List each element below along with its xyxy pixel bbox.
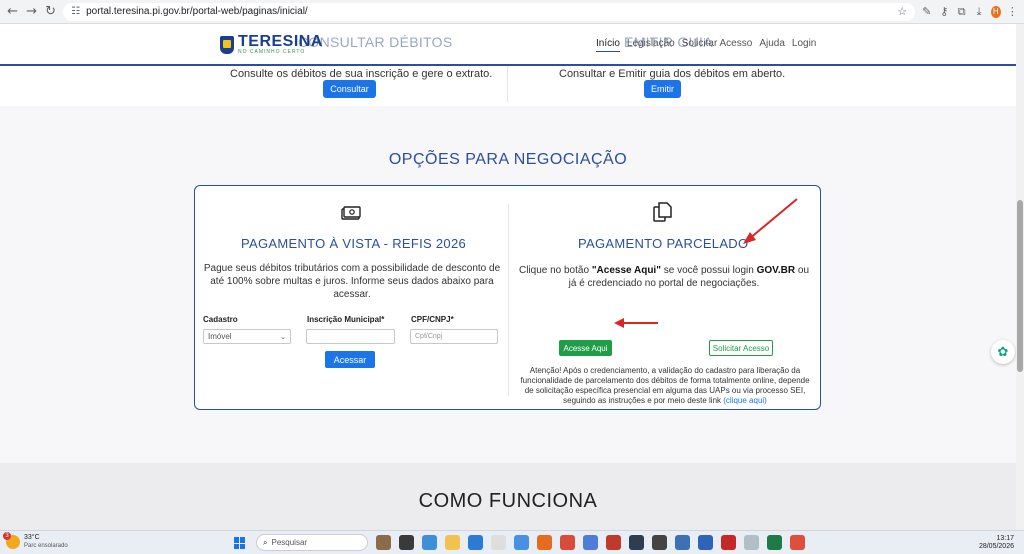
city-crest-icon: [220, 35, 234, 54]
password-key-icon[interactable]: ⚷: [939, 5, 950, 19]
parcelado-title: PAGAMENTO PARCELADO: [578, 236, 749, 251]
consultar-button[interactable]: Consultar: [323, 80, 376, 98]
widget-image-icon[interactable]: [376, 535, 391, 550]
menu-kebab-icon[interactable]: ⋮: [1007, 5, 1018, 19]
weather-sun-icon: 3: [3, 532, 20, 549]
site-header: CONSULTAR DÉBITOS EMITIR GUIA TERESINA N…: [0, 24, 1016, 66]
forward-icon[interactable]: →: [25, 4, 38, 20]
firefox-icon[interactable]: [537, 535, 552, 550]
app-icon-9[interactable]: [790, 535, 805, 550]
services-divider: [507, 66, 508, 102]
attention-note: Atenção! Após o credenciamento, a valida…: [520, 366, 810, 405]
app-icon-1[interactable]: [422, 535, 437, 550]
pdf-icon[interactable]: [721, 535, 736, 550]
file-explorer-icon[interactable]: [445, 535, 460, 550]
page-viewport: Consulte os débitos de sua inscrição e g…: [0, 24, 1024, 530]
profile-avatar[interactable]: H: [990, 5, 1001, 18]
vista-title: PAGAMENTO À VISTA - REFIS 2026: [241, 236, 467, 251]
app-icon-4[interactable]: [583, 535, 598, 550]
logo-tagline: NO CAMINHO CERTO: [238, 49, 306, 55]
weather-widget[interactable]: 3 33°C Parc ensolarado: [3, 532, 68, 550]
clock-date: 28/05/2026: [978, 543, 1014, 550]
top-navigation: Início Legislação Solicitar Acesso Ajuda…: [596, 38, 816, 52]
extension-icon[interactable]: ✎: [921, 5, 932, 19]
negotiation-section-title: OPÇÕES PARA NEGOCIAÇÃO: [388, 151, 628, 168]
terminal-icon[interactable]: [652, 535, 667, 550]
notepad-icon[interactable]: [491, 535, 506, 550]
services-strip: Consulte os débitos de sua inscrição e g…: [0, 66, 1016, 106]
teresina-logo[interactable]: TERESINA NO CAMINHO CERTO: [220, 34, 323, 55]
download-icon[interactable]: ⤓: [973, 5, 984, 19]
nav-legislacao[interactable]: Legislação: [627, 38, 675, 52]
chrome-icon-1[interactable]: [560, 535, 575, 550]
acesse-aqui-button[interactable]: Acesse Aqui: [559, 340, 612, 356]
windows-start-icon[interactable]: [234, 537, 246, 549]
acessar-button[interactable]: Acessar: [325, 351, 375, 368]
chrome-active-icon[interactable]: [744, 535, 759, 550]
address-bar[interactable]: ☷ portal.teresina.pi.gov.br/portal-web/p…: [63, 2, 916, 21]
app-icon-6[interactable]: [629, 535, 644, 550]
clock-time: 13:17: [996, 535, 1014, 542]
emitir-button[interactable]: Emitir: [644, 80, 681, 98]
negotiation-divider: [508, 204, 509, 396]
app-icon-7[interactable]: [675, 535, 690, 550]
reload-icon[interactable]: ↻: [44, 4, 57, 20]
windows-taskbar: 3 33°C Parc ensolarado ⌕ Pesquisar 13:17: [0, 530, 1024, 554]
nav-inicio[interactable]: Início: [596, 38, 620, 52]
como-funciona-title: COMO FUNCIONA: [418, 490, 598, 512]
logo-wordmark: TERESINA: [238, 33, 323, 50]
clique-aqui-link[interactable]: (clique aqui): [723, 396, 767, 405]
page-scrollbar[interactable]: [1016, 24, 1024, 530]
taskbar-clock[interactable]: 13:17 28/05/2026: [979, 535, 1014, 551]
cadastro-select[interactable]: Imóvel ⌄: [203, 329, 291, 344]
bookmark-star-icon[interactable]: ☆: [897, 5, 907, 18]
taskbar-search-placeholder: Pesquisar: [271, 538, 308, 547]
annotation-arrow-title: [743, 198, 798, 244]
browser-toolbar: ← → ↻ ☷ portal.teresina.pi.gov.br/portal…: [0, 0, 1024, 24]
taskbar-search[interactable]: ⌕ Pesquisar: [256, 534, 368, 551]
back-icon[interactable]: ←: [6, 4, 19, 20]
money-bill-icon: [341, 206, 361, 220]
weather-badge: 3: [3, 532, 11, 540]
app-icon-2[interactable]: [468, 535, 483, 550]
nav-ajuda[interactable]: Ajuda: [759, 38, 785, 52]
app-icon-3[interactable]: [514, 535, 529, 550]
documents-copy-icon: [653, 202, 672, 222]
cadastro-selected-value: Imóvel: [208, 332, 232, 341]
emitir-description: Consultar e Emitir guia dos débitos em a…: [559, 68, 786, 80]
task-view-icon[interactable]: [399, 535, 414, 550]
url-text[interactable]: portal.teresina.pi.gov.br/portal-web/pag…: [86, 6, 891, 17]
cpf-label: CPF/CNPJ*: [411, 315, 454, 324]
weather-condition: Parc ensolarado: [24, 543, 68, 549]
inscricao-label: Inscrição Municipal*: [307, 315, 385, 324]
inscricao-input[interactable]: [306, 329, 395, 344]
cpf-input[interactable]: Cpf/Cnpj: [410, 329, 498, 344]
app-icon-8[interactable]: [698, 535, 713, 550]
cadastro-label: Cadastro: [203, 315, 238, 324]
annotation-arrow-button: [614, 318, 658, 328]
search-icon: ⌕: [263, 537, 268, 547]
nav-login[interactable]: Login: [792, 38, 816, 52]
chatgpt-floating-icon[interactable]: ✿: [991, 340, 1015, 364]
taskbar-apps: [376, 535, 805, 550]
chevron-down-icon: ⌄: [280, 332, 286, 341]
solicitar-acesso-button[interactable]: Solicitar Acesso: [709, 340, 773, 356]
vista-description: Pague seus débitos tributários com a pos…: [203, 263, 501, 300]
scrollbar-thumb[interactable]: [1017, 200, 1023, 372]
como-funciona-section: COMO FUNCIONA: [0, 463, 1016, 530]
nav-solicitar-acesso[interactable]: Solicitar Acesso: [682, 38, 753, 52]
excel-icon[interactable]: [767, 535, 782, 550]
parcelado-description: Clique no botão "Acesse Aqui" se você po…: [518, 265, 810, 289]
weather-temperature: 33°C: [24, 534, 40, 541]
app-icon-5[interactable]: [606, 535, 621, 550]
consultar-description: Consulte os débitos de sua inscrição e g…: [230, 68, 493, 80]
site-info-icon[interactable]: ☷: [71, 6, 80, 17]
extensions-puzzle-icon[interactable]: ⧉: [956, 5, 967, 19]
negotiation-card: PAGAMENTO À VISTA - REFIS 2026 Pague seu…: [194, 185, 821, 410]
